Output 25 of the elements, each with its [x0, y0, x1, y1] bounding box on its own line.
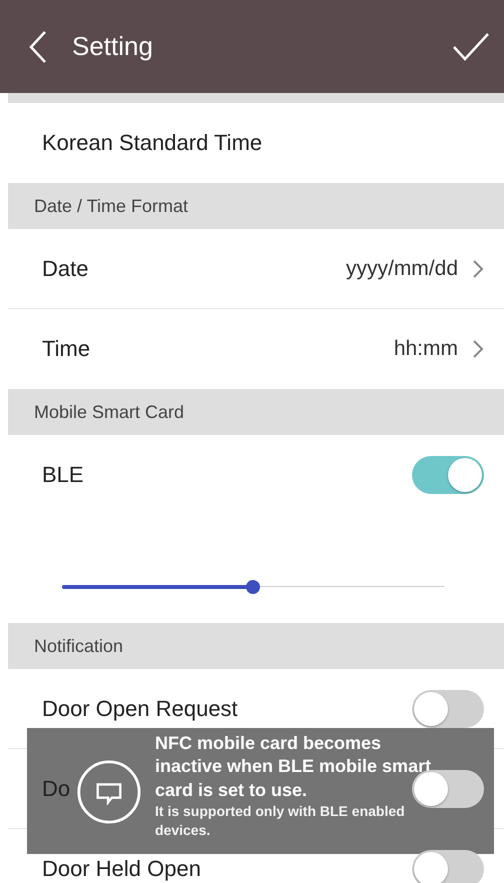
- row-label: Do: [42, 776, 70, 800]
- row-label: Date: [42, 256, 90, 282]
- toast-text: NFC mobile card becomes inactive when BLE mobile smart card is set to use.: [155, 732, 432, 802]
- time-zone-value: Korean Standard Time: [42, 130, 264, 156]
- back-icon[interactable]: [28, 30, 48, 64]
- toggle-switch[interactable]: [412, 456, 484, 494]
- section-header: Mobile Smart Card: [8, 389, 504, 435]
- row-value[interactable]: yyyy/mm/dd: [346, 256, 458, 280]
- toggle-switch[interactable]: [412, 850, 484, 883]
- chevron-icon[interactable]: [472, 339, 484, 359]
- chat-bubble-icon: [77, 760, 141, 824]
- row-label: Door Open Request: [42, 696, 238, 720]
- checkmark-icon[interactable]: [452, 32, 490, 62]
- toggle-switch[interactable]: [412, 690, 484, 728]
- list-item[interactable]: Korean Standard Time: [8, 103, 504, 183]
- row-label: Time: [42, 336, 92, 362]
- row-value[interactable]: hh:mm: [394, 337, 458, 361]
- toast-note: It is supported only with BLE enabled devices.: [155, 802, 406, 840]
- row-label: BLE: [42, 462, 85, 488]
- section-header: Notification: [8, 623, 504, 669]
- screen-title: Setting: [72, 31, 154, 62]
- slider-thumb[interactable]: [246, 580, 260, 594]
- row-label: Door Held Open: [42, 856, 201, 880]
- chevron-icon[interactable]: [472, 258, 484, 278]
- section-header: Date / Time Format: [8, 183, 504, 229]
